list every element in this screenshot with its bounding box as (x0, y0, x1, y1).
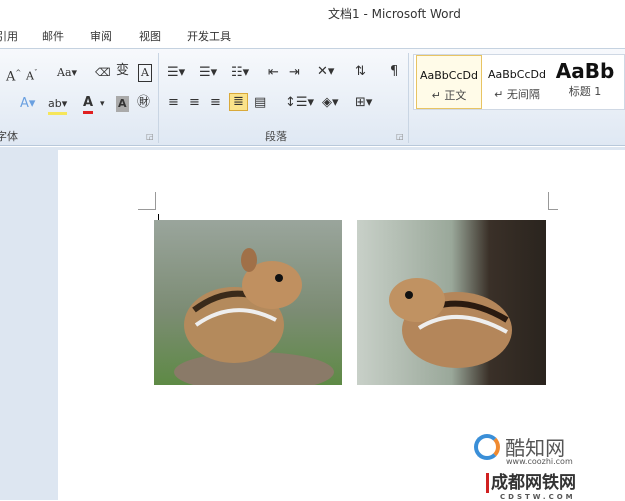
tab-references[interactable]: 引用 (0, 28, 18, 44)
phonetic-guide-icon[interactable]: 变 (116, 63, 129, 79)
change-case-icon[interactable]: Aa▾ (57, 65, 77, 81)
tab-developer[interactable]: 开发工具 (187, 28, 231, 44)
tab-mailings[interactable]: 邮件 (42, 28, 64, 44)
numbering-icon[interactable]: ☰▾ (199, 65, 217, 81)
shading-icon[interactable]: ◈▾ (322, 95, 339, 111)
chipmunk-illustration (389, 278, 512, 368)
align-right-icon[interactable]: ≡ (210, 95, 221, 111)
margin-mark (138, 192, 156, 210)
chipmunk-illustration (174, 248, 334, 385)
text-effects-icon[interactable]: A▾ (20, 96, 35, 112)
document-page[interactable]: 酷知网 www.coozhi.com 成都网铁网 CDSTW.COM (58, 150, 625, 501)
borders-icon[interactable]: ⊞▾ (355, 95, 372, 111)
chipmunk-image-2[interactable] (357, 220, 546, 385)
grow-font-icon[interactable]: A^ (6, 65, 21, 85)
font-group-label: 字体 (0, 130, 18, 143)
paragraph-group-label: 段落 (265, 130, 287, 143)
chipmunk-image-1[interactable] (154, 220, 342, 385)
title-bar: 文档1 - Microsoft Word (0, 0, 625, 24)
align-left-icon[interactable]: ≡ (168, 95, 179, 111)
line-spacing-icon[interactable]: ↕☰▾ (285, 95, 314, 111)
enclose-char-icon[interactable]: ㊖ (137, 95, 150, 111)
style-heading-1[interactable]: AaBb 标题 1 (552, 55, 618, 109)
shrink-font-icon[interactable]: Aˇ (26, 65, 37, 85)
asian-layout-icon[interactable]: ✕▾ (317, 64, 334, 80)
coozhi-logo-icon (474, 433, 500, 460)
window-title: 文档1 - Microsoft Word (328, 7, 461, 21)
clear-format-icon[interactable]: ⌫ (95, 65, 111, 81)
decrease-indent-icon[interactable]: ⇤ (268, 65, 279, 81)
char-border-icon[interactable]: A (138, 64, 152, 82)
dialog-launcher-icon[interactable]: ◲ (396, 129, 404, 145)
divider (158, 53, 159, 143)
justify-icon[interactable]: ≣ (229, 93, 248, 111)
style-normal[interactable]: AaBbCcDd ↵ 正文 (416, 55, 482, 109)
margin-mark (548, 192, 558, 210)
dialog-launcher-icon[interactable]: ◲ (146, 129, 154, 145)
cdstw-logo: 成都网铁网 CDSTW.COM (486, 468, 576, 501)
styles-gallery: AaBbCcDd ↵ 正文 AaBbCcDd ↵ 无间隔 AaBb 标题 1 (413, 54, 625, 110)
increase-indent-icon[interactable]: ⇥ (289, 65, 300, 81)
multilevel-list-icon[interactable]: ☷▾ (231, 65, 249, 81)
bullets-icon[interactable]: ☰▾ (167, 65, 185, 81)
document-workspace: 酷知网 www.coozhi.com 成都网铁网 CDSTW.COM (0, 147, 625, 501)
show-marks-icon[interactable]: ¶ (390, 64, 398, 80)
sort-icon[interactable]: ⇅ (355, 64, 366, 80)
divider (408, 53, 409, 143)
style-no-spacing[interactable]: AaBbCcDd ↵ 无间隔 (484, 55, 550, 109)
align-center-icon[interactable]: ≡ (189, 95, 200, 111)
highlight-icon[interactable]: ab▾ (48, 96, 68, 115)
tab-review[interactable]: 审阅 (90, 28, 112, 44)
distributed-icon[interactable]: ▤ (254, 95, 266, 111)
ribbon: A^ Aˇ Aa▾ ⌫ 变 A A▾ ab▾ A ▾ A ㊖ 字体 ◲ ☰▾ ☰… (0, 48, 625, 146)
font-color-icon[interactable]: A (83, 95, 94, 114)
ribbon-tabs: 引用 邮件 审阅 视图 开发工具 (0, 24, 625, 48)
dropdown-icon[interactable]: ▾ (100, 96, 105, 112)
char-shading-icon[interactable]: A (116, 96, 129, 112)
coozhi-logo: 酷知网 www.coozhi.com (474, 432, 573, 466)
tab-view[interactable]: 视图 (139, 28, 161, 44)
